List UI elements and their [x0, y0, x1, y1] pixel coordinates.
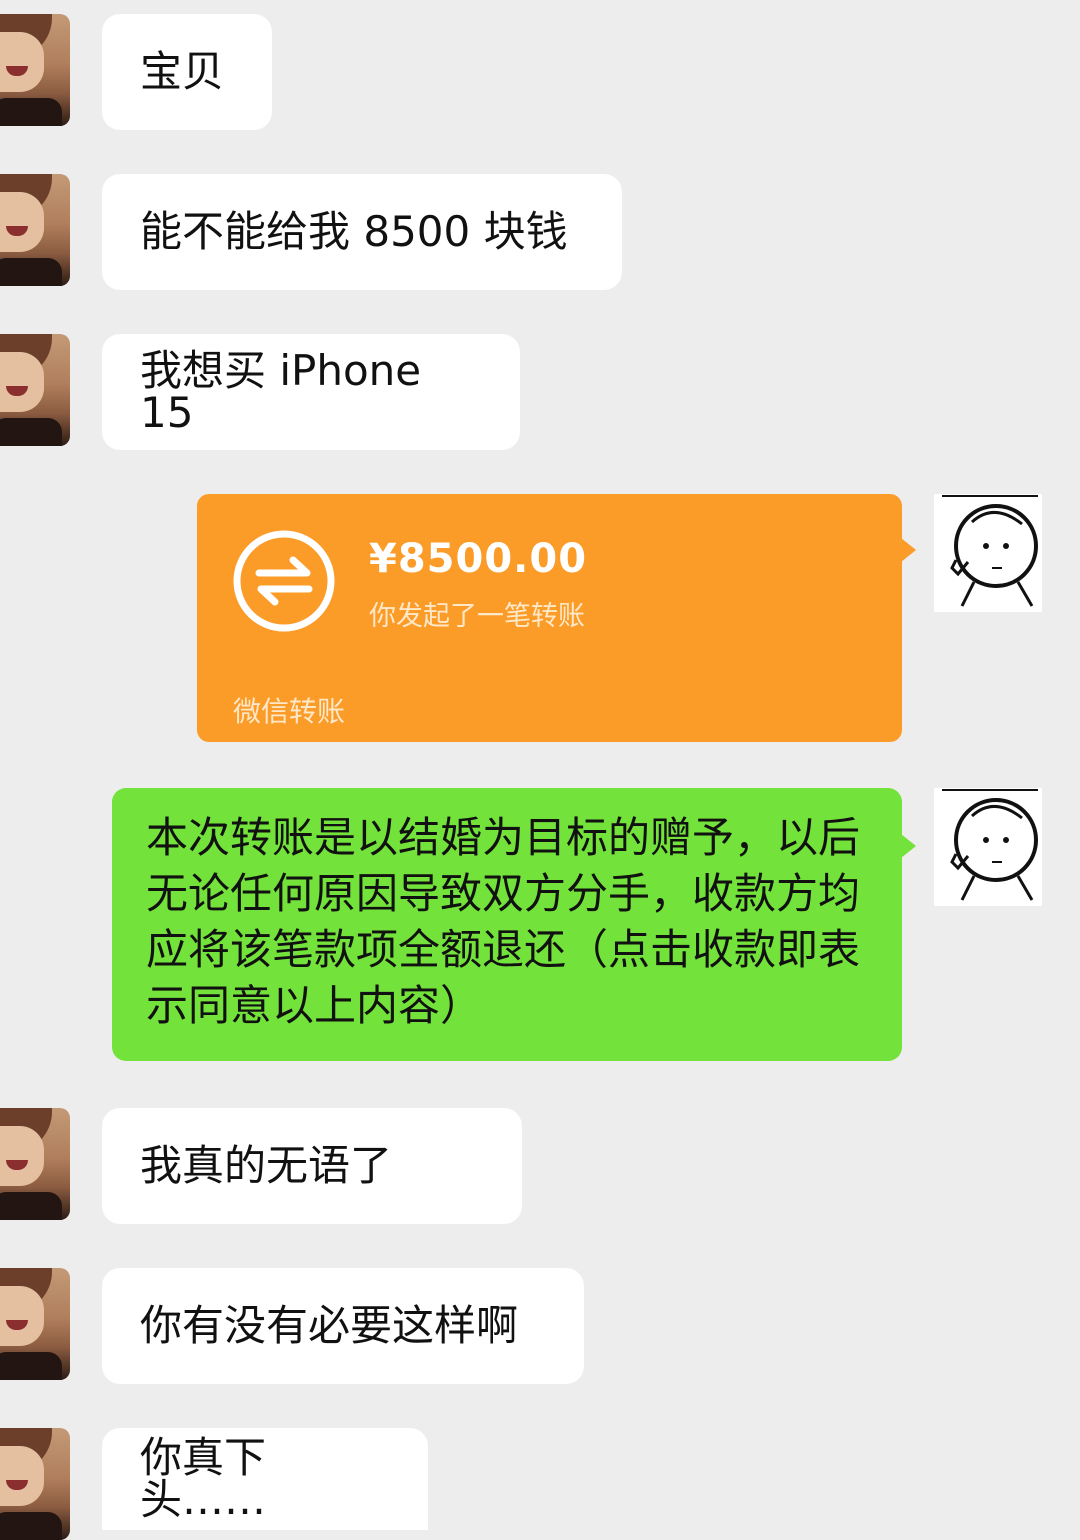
transfer-description: 你发起了一笔转账 [369, 601, 585, 632]
message-text: 你真下头…… [140, 1433, 267, 1524]
message-bubble[interactable]: 我真的无语了 [102, 1108, 522, 1224]
self-avatar[interactable] [934, 494, 1042, 612]
message-text: 我想买 iPhone 15 [140, 346, 422, 437]
contact-avatar[interactable] [0, 1428, 70, 1540]
transfer-amount: ¥8500.00 [369, 536, 588, 582]
cartoon-face-icon [942, 495, 1038, 607]
chat-window: 宝贝 能不能给我 8500 块钱 我想买 iPhone 15 ¥8500.00 … [0, 0, 1080, 1540]
message-text: 宝贝 [140, 47, 225, 96]
message-bubble-outgoing[interactable]: 本次转账是以结婚为目标的赠予，以后无论任何原因导致双方分手，收款方均应将该笔款项… [112, 788, 916, 1061]
transfer-footer: 微信转账 [233, 695, 346, 728]
message-bubble[interactable]: 你真下头…… [102, 1428, 428, 1530]
message-text: 你有没有必要这样啊 [140, 1301, 519, 1350]
message-text: 本次转账是以结婚为目标的赠予，以后无论任何原因导致双方分手，收款方均应将该笔款项… [146, 813, 861, 1030]
contact-avatar[interactable] [0, 14, 70, 126]
message-bubble[interactable]: 宝贝 [102, 14, 272, 130]
cartoon-face-icon [942, 789, 1038, 901]
message-text: 我真的无语了 [140, 1141, 393, 1190]
message-bubble[interactable]: 我想买 iPhone 15 [102, 334, 520, 450]
contact-avatar[interactable] [0, 1108, 70, 1220]
contact-avatar[interactable] [0, 334, 70, 446]
self-avatar[interactable] [934, 788, 1042, 906]
message-bubble[interactable]: 你有没有必要这样啊 [102, 1268, 584, 1384]
transfer-arrows-icon [233, 530, 335, 632]
contact-avatar[interactable] [0, 174, 70, 286]
transfer-card[interactable]: ¥8500.00 你发起了一笔转账 微信转账 [197, 494, 916, 742]
message-text: 能不能给我 8500 块钱 [140, 207, 568, 256]
message-bubble[interactable]: 能不能给我 8500 块钱 [102, 174, 622, 290]
contact-avatar[interactable] [0, 1268, 70, 1380]
